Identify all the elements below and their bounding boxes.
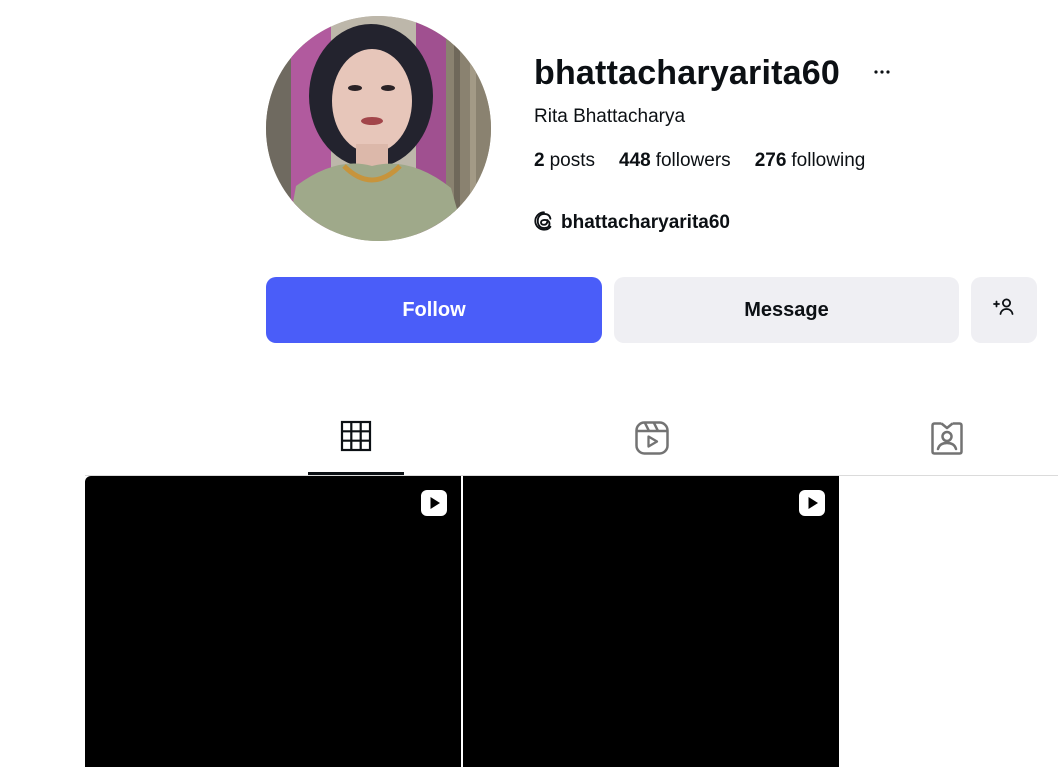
profile-username: bhattacharyarita60 bbox=[534, 54, 840, 92]
add-person-icon bbox=[992, 295, 1016, 325]
suggested-accounts-button[interactable] bbox=[971, 277, 1037, 343]
posts-count-label: posts bbox=[549, 150, 595, 171]
posts-count-value: 2 bbox=[534, 150, 545, 171]
message-button[interactable]: Message bbox=[614, 277, 959, 343]
threads-icon bbox=[533, 210, 555, 237]
post-tile[interactable] bbox=[463, 476, 839, 767]
follow-button[interactable]: Follow bbox=[266, 277, 602, 343]
following-count-label: following bbox=[791, 150, 866, 171]
profile-avatar[interactable] bbox=[266, 16, 491, 241]
followers-count-label: followers bbox=[655, 150, 731, 171]
more-options-icon[interactable] bbox=[870, 60, 894, 84]
profile-page: bhattacharyarita60 Rita Bhattacharya 2 po… bbox=[0, 0, 1058, 767]
following-count-value: 276 bbox=[754, 150, 787, 171]
following-link[interactable]: 276 following bbox=[755, 149, 866, 173]
threads-profile-link[interactable]: bhattacharyarita60 bbox=[533, 209, 730, 237]
threads-handle: bhattacharyarita60 bbox=[561, 212, 730, 233]
profile-stats: 2 posts 448 followers 276 following bbox=[534, 149, 865, 173]
followers-count-value: 448 bbox=[619, 150, 651, 171]
tab-reels[interactable] bbox=[604, 420, 700, 476]
posts-count: 2 posts bbox=[534, 149, 595, 173]
post-tile[interactable] bbox=[85, 476, 461, 767]
followers-link[interactable]: 448 followers bbox=[619, 149, 731, 173]
tab-tagged[interactable] bbox=[899, 420, 995, 476]
reels-icon bbox=[634, 420, 670, 461]
reel-play-icon bbox=[798, 489, 826, 517]
profile-full-name: Rita Bhattacharya bbox=[534, 106, 686, 127]
grid-icon bbox=[340, 420, 372, 457]
reel-play-icon bbox=[420, 489, 448, 517]
tagged-icon bbox=[929, 420, 965, 461]
tab-posts[interactable] bbox=[308, 420, 404, 476]
